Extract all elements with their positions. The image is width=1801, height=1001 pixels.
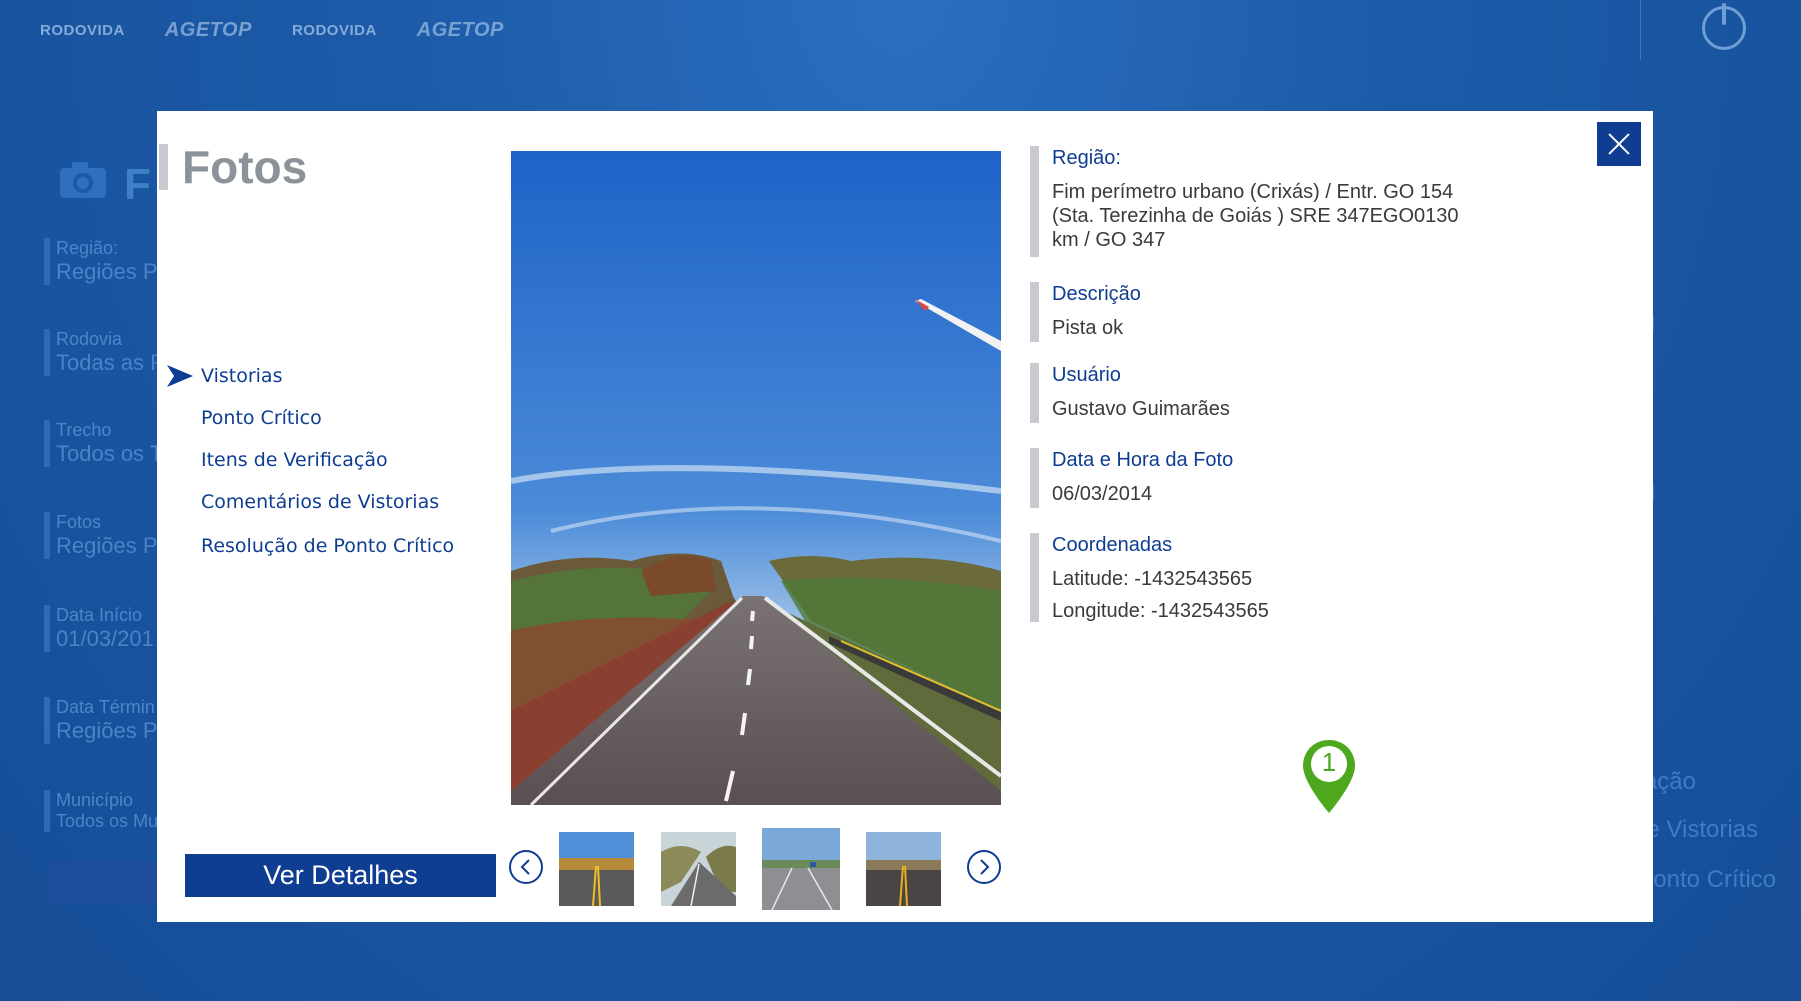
nav-item-label: Itens de Verificação	[201, 449, 388, 471]
background-topbar: RODOVIDA AGETOP RODOVIDA AGETOP	[0, 0, 1801, 60]
bg-field-value: Regiões Pa	[56, 718, 170, 743]
map-pin-icon[interactable]: 1	[1301, 738, 1357, 815]
info-regiao-value: Fim perímetro urbano (Crixás) / Entr. GO…	[1052, 180, 1459, 252]
rodovida-logo: RODOVIDA	[40, 21, 125, 39]
bg-right-text: onto Crítico	[1653, 866, 1776, 893]
thumbnail-photo[interactable]	[866, 832, 941, 906]
bg-field-regiao: Região: Regiões Pa	[44, 238, 170, 285]
rodovida-logo: RODOVIDA	[291, 21, 377, 39]
nav-item-label: Ponto Crítico	[201, 407, 322, 429]
bg-field-trecho: Trecho Todos os T	[44, 420, 163, 467]
bg-field-rodovia: Rodovia Todas as R	[44, 329, 166, 376]
info-data-value: 06/03/2014	[1052, 483, 1153, 505]
info-regiao-line: (Sta. Terezinha de Goiás ) SRE 347EGO013…	[1052, 205, 1459, 227]
info-descricao-value: Pista ok	[1052, 317, 1124, 339]
info-usuario-value: Gustavo Guimarães	[1052, 398, 1230, 420]
chevron-right-icon	[980, 859, 990, 875]
bg-field-value: Todos os T	[56, 441, 164, 466]
nav-item-itens-verificacao[interactable]: Itens de Verificação	[167, 447, 467, 489]
thumbnail-photo[interactable]	[661, 832, 736, 906]
nav-item-label: Comentários de Vistorias	[201, 491, 440, 513]
info-coordenadas: Coordenadas Latitude: -1432543565 Longit…	[1030, 533, 1269, 622]
info-usuario: Usuário Gustavo Guimarães	[1030, 363, 1230, 423]
bg-field-label: Data Términ	[56, 697, 155, 717]
info-descricao: Descrição Pista ok	[1030, 282, 1141, 342]
thumbnail-photo-selected[interactable]	[762, 828, 840, 910]
topbar-divider	[1640, 0, 1641, 60]
info-data-label: Data e Hora da Foto	[1052, 449, 1234, 471]
info-regiao: Região: Fim perímetro urbano (Crixás) / …	[1030, 146, 1459, 257]
bg-field-value: 01/03/201	[56, 626, 154, 651]
thumbnail-next-button[interactable]	[967, 850, 1001, 884]
modal-nav: Vistorias Ponto Crítico Itens de Verific…	[167, 363, 467, 575]
info-data: Data e Hora da Foto 06/03/2014	[1030, 448, 1233, 508]
bg-field-label: Trecho	[56, 420, 112, 440]
info-usuario-label: Usuário	[1052, 364, 1121, 386]
thumbnail-photo[interactable]	[559, 832, 634, 906]
agetop-logo: AGETOP	[416, 18, 504, 41]
thumbnail-image	[559, 832, 634, 906]
bg-right-text: e Vistorias	[1646, 816, 1758, 843]
power-icon	[1702, 3, 1746, 50]
bg-field-label: Data Início	[56, 605, 143, 625]
camera-icon	[58, 160, 108, 205]
info-regiao-line: km / GO 347	[1052, 229, 1166, 251]
bg-field-label: Fotos	[56, 512, 102, 532]
background-button	[48, 862, 168, 904]
background-heading: F	[124, 160, 151, 209]
bg-field-fotos: Fotos Regiões Pa	[44, 512, 170, 559]
ver-detalhes-button[interactable]: Ver Detalhes	[185, 854, 496, 897]
bg-field-value: Regiões Pa	[56, 533, 170, 558]
nav-item-comentarios[interactable]: Comentários de Vistorias	[167, 489, 467, 533]
main-photo	[511, 151, 1001, 805]
chevron-left-icon	[520, 859, 530, 875]
map-pin-number: 1	[1321, 747, 1337, 777]
bg-field-value: Regiões Pa	[56, 259, 170, 284]
thumbnail-strip	[509, 827, 1001, 917]
nav-item-ponto-critico[interactable]: Ponto Crítico	[167, 405, 467, 447]
close-button[interactable]	[1597, 122, 1641, 166]
nav-item-label: Resolução de Ponto Crítico	[201, 535, 455, 557]
modal-title: Fotos	[159, 144, 307, 190]
info-descricao-label: Descrição	[1052, 283, 1141, 305]
bg-field-data-inicio: Data Início 01/03/201	[44, 605, 154, 652]
nav-item-vistorias[interactable]: Vistorias	[167, 363, 467, 405]
thumbnail-image	[661, 832, 736, 906]
arrow-right-icon	[167, 365, 193, 387]
agetop-logo: AGETOP	[164, 18, 252, 41]
photo-modal: Fotos Vistorias Ponto Crítico Itens de V…	[157, 111, 1653, 922]
bg-field-value: Todas as R	[56, 350, 167, 375]
bg-field-label: Região:	[56, 238, 119, 258]
info-latitude: Latitude: -1432543565	[1052, 568, 1253, 590]
thumbnail-image	[866, 832, 941, 906]
info-regiao-line: Fim perímetro urbano (Crixás) / Entr. GO…	[1052, 181, 1454, 203]
info-longitude: Longitude: -1432543565	[1052, 600, 1269, 622]
thumbnail-image	[762, 828, 840, 910]
bg-field-label: Município	[56, 790, 134, 810]
road-photo-image	[511, 151, 1001, 805]
nav-item-label: Vistorias	[201, 365, 283, 387]
thumbnail-prev-button[interactable]	[509, 850, 543, 884]
bg-field-value: Todos os Mu	[56, 811, 159, 831]
bg-field-data-termino: Data Términ Regiões Pa	[44, 697, 170, 744]
nav-item-resolucao[interactable]: Resolução de Ponto Crítico	[167, 533, 467, 575]
bg-field-label: Rodovia	[56, 329, 123, 349]
info-coordenadas-label: Coordenadas	[1052, 534, 1173, 556]
bg-field-municipio: Município Todos os Mu	[44, 790, 158, 832]
info-regiao-label: Região:	[1052, 147, 1121, 169]
